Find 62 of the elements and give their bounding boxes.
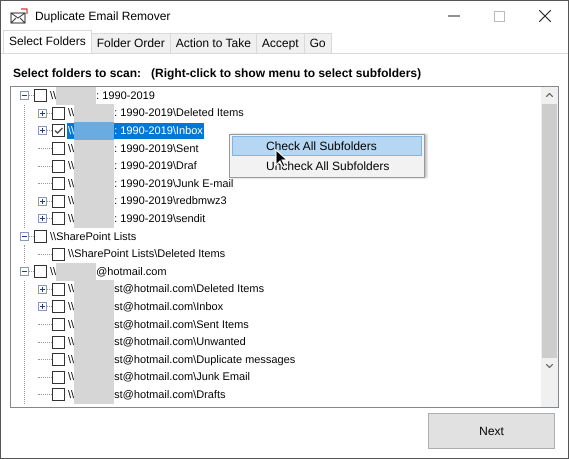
checkbox[interactable] [52, 106, 65, 120]
checkbox[interactable] [52, 318, 65, 332]
checkbox[interactable] [52, 142, 65, 156]
minimize-icon[interactable] [448, 15, 460, 17]
checkbox[interactable] [52, 353, 65, 366]
envelope-icon [10, 8, 28, 24]
folder-label[interactable]: \\ @hotmail.com [49, 264, 168, 280]
folder-label[interactable]: \\ st@hotmail.com\Unwanted [67, 334, 247, 350]
checkbox[interactable] [52, 388, 65, 402]
tab[interactable]: Go [304, 33, 332, 53]
folder-label[interactable]: \\ st@hotmail.com\Deleted Items [67, 281, 266, 298]
checkbox[interactable] [52, 194, 65, 208]
checkbox[interactable] [52, 282, 65, 296]
folder-label[interactable]: \\ : 1990-2019\sendit [67, 210, 206, 227]
folder-label[interactable]: \\ st@hotmail.com\Inbox [67, 298, 224, 315]
folder-label[interactable]: \\ st@hotmail.com\Drafts [67, 386, 227, 403]
tab[interactable]: Accept [256, 33, 305, 53]
tab[interactable]: Action to Take [170, 33, 257, 53]
collapse-icon[interactable] [20, 267, 29, 276]
checkbox[interactable] [52, 160, 65, 173]
checkbox[interactable] [34, 265, 47, 278]
checkbox[interactable] [52, 177, 65, 190]
folder-label[interactable]: \\SharePoint Lists\Deleted Items [67, 246, 226, 262]
checkbox[interactable] [52, 212, 65, 226]
expand-icon[interactable] [38, 302, 47, 312]
next-button[interactable]: Next [428, 413, 555, 449]
folder-label[interactable]: \\ : 1990-2019\redbmwz3 [67, 193, 228, 210]
instruction-text: Select folders to scan: (Right-click to show menu to select subfolders) [12, 66, 422, 80]
folder-label[interactable]: \\ : 1990-2019\Junk E-mail [67, 176, 234, 192]
expand-icon[interactable] [38, 214, 47, 224]
tab[interactable]: Select Folders [3, 30, 92, 53]
folder-label[interactable]: \\ st@hotmail.com\Sent Items [67, 316, 250, 333]
checkbox[interactable] [52, 300, 65, 314]
folder-label[interactable]: \\ : 1990-2019 [49, 88, 156, 104]
expand-icon[interactable] [38, 108, 47, 118]
scroll-up-icon[interactable] [546, 93, 553, 97]
close-icon[interactable] [539, 10, 551, 22]
folder-label[interactable]: \\ : 1990-2019\Draf [67, 158, 198, 174]
expand-icon[interactable] [38, 196, 47, 206]
folder-label[interactable]: \\SharePoint Lists [49, 228, 138, 245]
checkbox[interactable] [34, 230, 47, 244]
folder-label[interactable]: \\ : 1990-2019\Deleted Items [67, 105, 245, 122]
folder-label[interactable]: \\ st@hotmail.com\Duplicate messages [67, 352, 296, 368]
folder-label[interactable]: \\ st@hotmail.com\Junk Email [67, 369, 251, 386]
scroll-thumb[interactable] [542, 104, 557, 358]
menu-item[interactable]: Uncheck All Subfolders [232, 156, 422, 176]
checkbox[interactable] [52, 124, 65, 138]
expand-icon[interactable] [38, 126, 47, 136]
collapse-icon[interactable] [20, 91, 29, 100]
checkbox[interactable] [34, 89, 47, 102]
window-title: Duplicate Email Remover [35, 9, 170, 23]
checkbox[interactable] [52, 370, 65, 384]
tab[interactable]: Folder Order [90, 33, 171, 53]
scroll-down-icon[interactable] [546, 364, 553, 368]
folder-label[interactable]: \\ : 1990-2019\Inbox [67, 122, 204, 139]
folder-label[interactable]: \\ : 1990-2019\Sent [67, 140, 200, 157]
collapse-icon[interactable] [20, 232, 29, 242]
menu-item[interactable]: Check All Subfolders [232, 136, 422, 156]
expand-icon[interactable] [38, 284, 47, 294]
scrollbar[interactable] [541, 87, 558, 407]
checkbox[interactable] [52, 248, 65, 261]
checkbox[interactable] [52, 336, 65, 349]
